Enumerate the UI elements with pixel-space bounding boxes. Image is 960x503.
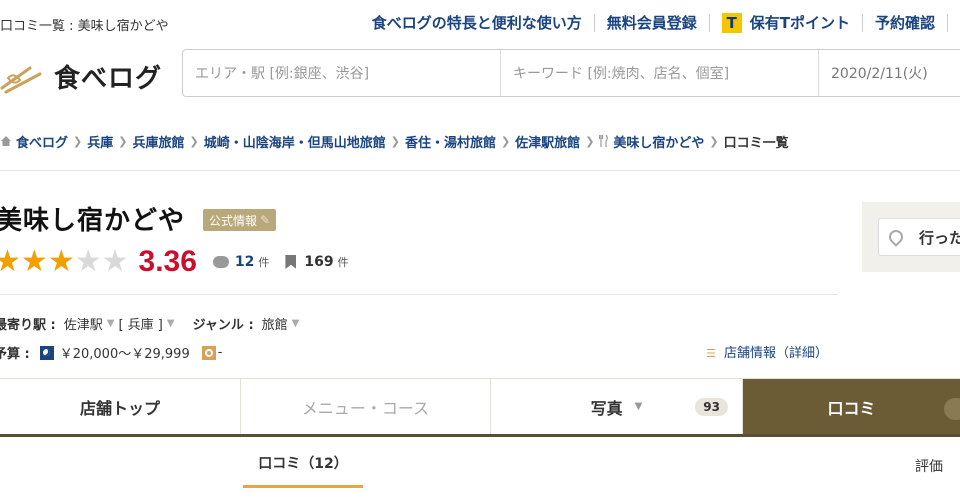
bookmark-icon	[285, 255, 297, 269]
genre-label: ジャンル :	[192, 318, 254, 333]
dropdown-toggle[interactable]	[944, 398, 960, 420]
divider	[593, 13, 595, 32]
restaurant-name: 美味し宿かどや	[0, 206, 186, 236]
tab-menu: メニュー・コース	[241, 379, 491, 434]
star-rating: ★ ★ ★ ★ ★	[0, 247, 129, 277]
chevron-right-icon: ❯	[585, 134, 595, 148]
chevron-down-icon: ▼	[166, 318, 175, 329]
tab-label: 写真	[590, 398, 623, 418]
bookmark-count-link[interactable]: 169 件	[285, 254, 349, 270]
chevron-down-icon: ▼	[106, 318, 115, 329]
tab-reviews[interactable]: 口コミ	[743, 379, 960, 434]
review-count: 12	[234, 254, 255, 270]
tpoint-link-wrap[interactable]: T 保有Tポイント	[721, 12, 850, 33]
shop-info-detail-link[interactable]: ☰ 店舗情報（詳細）	[706, 342, 828, 361]
top-bar: 口コミ一覧 : 美味し宿かどや 食べログの特長と便利な使い方 無料会員登録 T …	[0, 0, 960, 44]
breadcrumb-item[interactable]: 美味し宿かどや	[613, 132, 704, 151]
review-count-link[interactable]: 12 件	[212, 254, 270, 270]
restaurant-tabs: 店舗トップ メニュー・コース 写真 ▼ 93 口コミ	[0, 378, 960, 437]
tpoint-icon: T	[721, 12, 742, 33]
shop-info-link-label: 店舗情報（詳細）	[724, 346, 829, 361]
reservations-link[interactable]: 予約確認	[875, 12, 935, 33]
review-subtabs: 口コミ（12） 評価	[0, 440, 960, 503]
breadcrumb-item[interactable]: 佐津駅旅館	[515, 132, 580, 151]
breadcrumb-item[interactable]: 兵庫旅館	[132, 132, 184, 151]
station-link[interactable]: 佐津駅	[64, 314, 103, 333]
genre-link[interactable]: 旅館	[262, 314, 288, 333]
been-there-button[interactable]: 行った	[878, 218, 960, 256]
tpoint-link[interactable]: 保有Tポイント	[750, 12, 850, 33]
list-icon: ☰	[706, 347, 716, 360]
tab-top[interactable]: 店舗トップ	[0, 379, 241, 434]
tab-label: 口コミ	[827, 398, 876, 418]
subtab-rating[interactable]: 評価	[915, 456, 943, 476]
chopsticks-logo-icon	[0, 66, 42, 94]
page-label: 口コミ一覧 : 美味し宿かどや	[0, 19, 169, 34]
top-links: 食べログの特長と便利な使い方 無料会員登録 T 保有Tポイント 予約確認	[372, 12, 960, 33]
pen-icon: ✎	[260, 213, 271, 227]
tab-label: 店舗トップ	[79, 398, 160, 418]
star-filled-icon: ★	[47, 244, 75, 279]
rating-row: ★ ★ ★ ★ ★ 3.36 12 件 169 件	[0, 244, 349, 280]
search-bar: エリア・駅 [例:銀座、渋谷] キーワード [例:焼肉、店名、個室] 2020/…	[182, 49, 960, 97]
location-pin-icon	[886, 227, 906, 247]
breadcrumb: 食べログ ❯ 兵庫 ❯ 兵庫旅館 ❯ 城崎・山陰海岸・但馬山地旅館 ❯ 香住・湯…	[0, 130, 789, 152]
tab-label: メニュー・コース	[301, 398, 430, 418]
divider	[861, 13, 863, 32]
breadcrumb-current: 口コミ一覧	[723, 135, 789, 151]
bookmark-count: 169	[304, 254, 334, 270]
review-unit: 件	[258, 256, 270, 269]
station-label: 最寄り駅 :	[0, 318, 56, 333]
chevron-right-icon: ❯	[709, 134, 719, 148]
station-genre-row: 最寄り駅 : 佐津駅 ▼ [ 兵庫 ] ▼ ジャンル : 旅館 ▼	[0, 314, 303, 333]
been-there-label: 行った	[919, 228, 960, 247]
star-filled-icon: ★	[20, 244, 48, 279]
breadcrumb-item[interactable]: 兵庫	[87, 132, 113, 151]
prefecture-link[interactable]: [ 兵庫 ]	[118, 314, 162, 333]
lunch-sun-icon	[201, 345, 216, 360]
chevron-down-icon: ▼	[634, 401, 643, 412]
chevron-right-icon: ❯	[73, 134, 83, 148]
divider	[708, 13, 710, 32]
star-empty-icon: ★	[74, 244, 102, 279]
divider	[947, 13, 948, 32]
star-empty-icon: ★	[101, 244, 129, 279]
chevron-right-icon: ❯	[390, 134, 400, 148]
rating-score: 3.36	[138, 245, 197, 278]
bookmark-unit: 件	[337, 256, 349, 269]
breadcrumb-item[interactable]: 食べログ	[16, 132, 68, 151]
date-picker[interactable]: 2020/2/11(火)	[819, 50, 960, 96]
chevron-right-icon: ❯	[500, 134, 511, 148]
area-search-input[interactable]: エリア・駅 [例:銀座、渋谷]	[183, 50, 501, 96]
budget-dinner: ￥20,000～￥29,999	[59, 347, 190, 362]
fork-knife-icon	[599, 135, 609, 147]
official-info-label: 公式情報	[209, 213, 258, 228]
tabelog-logo[interactable]: 食べログ	[0, 56, 170, 96]
official-info-badge[interactable]: 公式情報 ✎	[203, 209, 277, 231]
action-box: 行った	[862, 202, 960, 272]
subtab-reviews[interactable]: 口コミ（12）	[243, 440, 363, 488]
chevron-right-icon: ❯	[118, 134, 128, 148]
breadcrumb-item[interactable]: 城崎・山陰海岸・但馬山地旅館	[204, 132, 386, 151]
photo-count-badge: 93	[695, 398, 728, 416]
tab-photos[interactable]: 写真 ▼ 93	[491, 379, 743, 434]
chevron-right-icon: ❯	[189, 134, 199, 148]
logo-text: 食べログ	[54, 63, 163, 94]
register-link[interactable]: 無料会員登録	[607, 12, 697, 33]
budget-row: 予算 : ￥20,000～￥29,999 -	[0, 343, 222, 362]
breadcrumb-item[interactable]: 香住・湯村旅館	[405, 132, 496, 151]
budget-lunch: -	[217, 345, 223, 360]
dinner-moon-icon	[39, 345, 54, 360]
features-link[interactable]: 食べログの特長と便利な使い方	[372, 12, 582, 33]
divider	[0, 294, 838, 295]
divider	[0, 170, 960, 171]
keyword-search-input[interactable]: キーワード [例:焼肉、店名、個室]	[501, 50, 819, 96]
chevron-down-icon: ▼	[291, 318, 300, 329]
speech-bubble-icon	[212, 256, 229, 268]
home-icon	[1, 136, 11, 146]
budget-label: 予算 :	[0, 347, 30, 362]
star-filled-icon: ★	[0, 244, 21, 279]
